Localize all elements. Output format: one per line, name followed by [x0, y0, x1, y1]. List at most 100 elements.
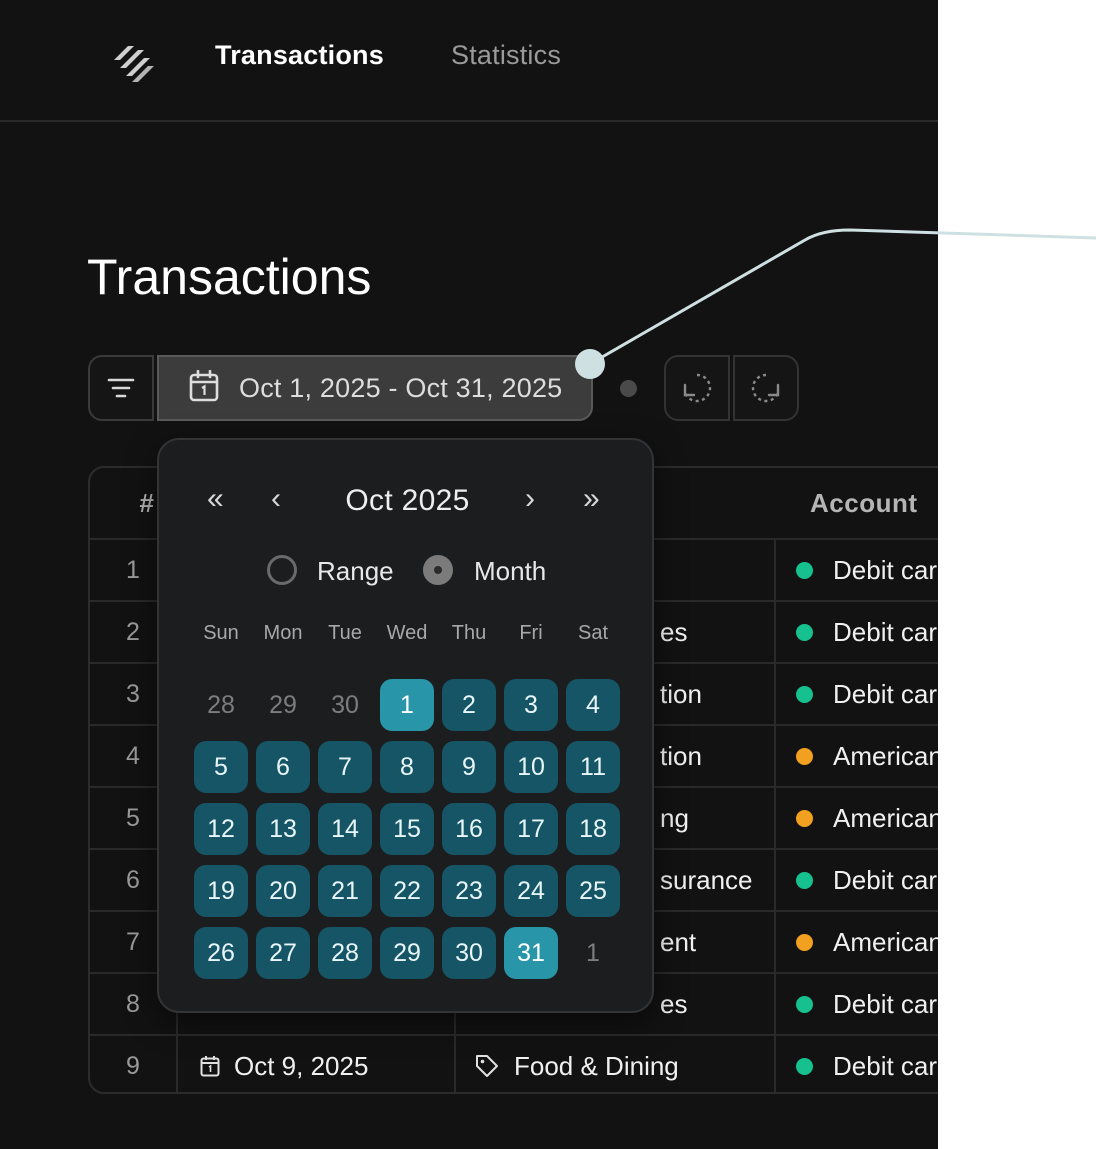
calendar-day[interactable]: 10: [504, 741, 558, 793]
calendar-day[interactable]: 1: [380, 679, 434, 731]
row-account-cell: American: [774, 788, 938, 848]
row-account-cell: Debit car: [774, 850, 938, 910]
column-header-account[interactable]: Account: [810, 468, 918, 538]
month-radio[interactable]: [423, 555, 453, 585]
date-range-button[interactable]: Oct 1, 2025 - Oct 31, 2025: [157, 355, 593, 421]
calendar-day[interactable]: 24: [504, 865, 558, 917]
next-month-button[interactable]: ›: [525, 482, 535, 516]
calendar-day[interactable]: 8: [380, 741, 434, 793]
calendar-day[interactable]: 16: [442, 803, 496, 855]
calendar-day[interactable]: 18: [566, 803, 620, 855]
calendar-day-outside[interactable]: 30: [318, 679, 372, 731]
table-row[interactable]: 9 Oct 9, 2025 Food & Dining Debit car: [90, 1034, 938, 1092]
account-status-dot: [796, 561, 813, 579]
row-account-text: American: [833, 802, 938, 833]
row-account-text: Debit car: [833, 616, 938, 647]
logo-icon[interactable]: [110, 38, 158, 86]
calendar-day[interactable]: 22: [380, 865, 434, 917]
undo-button[interactable]: [664, 355, 730, 421]
row-category-text: ng: [660, 802, 689, 833]
filter-button[interactable]: [88, 355, 154, 421]
account-status-dot: [796, 623, 813, 641]
page-title: Transactions: [87, 249, 372, 305]
row-account-text: American: [833, 926, 938, 957]
date-picker-popover: « ‹ Oct 2025 › » Range Month Sun Mon Tue We…: [157, 438, 654, 1013]
top-nav: Transactions Statistics: [0, 0, 938, 122]
calendar-day[interactable]: 30: [442, 927, 496, 979]
calendar-day[interactable]: 14: [318, 803, 372, 855]
calendar-day[interactable]: 2: [442, 679, 496, 731]
calendar-day[interactable]: 26: [194, 927, 248, 979]
calendar-icon: [200, 1055, 220, 1077]
row-category-text: surance: [660, 864, 753, 895]
calendar-day[interactable]: 3: [504, 679, 558, 731]
calendar-day-outside[interactable]: 1: [566, 927, 620, 979]
calendar-day[interactable]: 15: [380, 803, 434, 855]
row-account-cell: Debit car: [774, 664, 938, 724]
calendar-day-outside[interactable]: 28: [194, 679, 248, 731]
app-window: Transactions Statistics Transactions Oct…: [0, 0, 938, 1149]
calendar-day[interactable]: 27: [256, 927, 310, 979]
calendar-day[interactable]: 28: [318, 927, 372, 979]
row-account-text: Debit car: [833, 1050, 938, 1081]
row-account-cell: American: [774, 912, 938, 972]
nav-tab-transactions[interactable]: Transactions: [215, 40, 384, 71]
date-range-label: Oct 1, 2025 - Oct 31, 2025: [239, 372, 563, 403]
tag-icon: [474, 1053, 500, 1079]
calendar-day[interactable]: 25: [566, 865, 620, 917]
range-radio-label[interactable]: Range: [317, 556, 394, 587]
calendar-day[interactable]: 23: [442, 865, 496, 917]
calendar-day[interactable]: 5: [194, 741, 248, 793]
account-status-dot: [796, 933, 813, 951]
row-account-text: Debit car: [833, 678, 938, 709]
row-category-text: ent: [660, 926, 697, 957]
calendar-day[interactable]: 21: [318, 865, 372, 917]
account-status-dot: [796, 995, 813, 1013]
range-radio[interactable]: [267, 555, 297, 585]
weekday-label: Fri: [519, 622, 543, 644]
calendar-day[interactable]: 7: [318, 741, 372, 793]
account-status-dot: [796, 1057, 813, 1075]
weekday-label: Sat: [577, 622, 609, 644]
row-category-text: Food & Dining: [514, 1050, 679, 1081]
next-year-button[interactable]: »: [583, 482, 600, 516]
redo-icon: [751, 373, 780, 403]
row-category-text: tion: [660, 678, 702, 709]
calendar-day[interactable]: 13: [256, 803, 310, 855]
calendar-day[interactable]: 17: [504, 803, 558, 855]
row-number: 9: [126, 1052, 140, 1080]
nav-tab-statistics[interactable]: Statistics: [451, 40, 561, 71]
weekday-label: Wed: [386, 622, 428, 644]
account-status-dot: [796, 747, 813, 765]
row-account-cell: American: [774, 726, 938, 786]
calendar-day[interactable]: 31: [504, 927, 558, 979]
row-account-cell: Debit car: [774, 1036, 938, 1092]
calendar-day[interactable]: 20: [256, 865, 310, 917]
redo-button[interactable]: [733, 355, 799, 421]
row-account-cell: Debit car: [774, 540, 938, 600]
calendar-month-title: Oct 2025: [345, 484, 470, 517]
separator-dot: [620, 380, 637, 397]
row-category-text: es: [660, 616, 688, 647]
calendar-day[interactable]: 11: [566, 741, 620, 793]
calendar-day[interactable]: 19: [194, 865, 248, 917]
account-status-dot: [796, 685, 813, 703]
row-category-cell: Food & Dining: [454, 1036, 774, 1092]
weekday-label: Mon: [263, 622, 303, 644]
filter-icon: [107, 378, 135, 398]
calendar-day[interactable]: 29: [380, 927, 434, 979]
month-radio-label[interactable]: Month: [474, 556, 546, 587]
calendar-icon: [189, 369, 219, 407]
row-account-text: Debit car: [833, 864, 938, 895]
calendar-day[interactable]: 4: [566, 679, 620, 731]
calendar-day-outside[interactable]: 29: [256, 679, 310, 731]
row-date-text: Oct 9, 2025: [234, 1050, 369, 1081]
row-category-text: tion: [660, 740, 702, 771]
row-account-cell: Debit car: [774, 602, 938, 662]
row-account-cell: Debit car: [774, 974, 938, 1034]
calendar-day[interactable]: 6: [256, 741, 310, 793]
row-account-text: Debit car: [833, 554, 938, 585]
calendar-day[interactable]: 9: [442, 741, 496, 793]
undo-icon: [683, 373, 712, 403]
calendar-day[interactable]: 12: [194, 803, 248, 855]
